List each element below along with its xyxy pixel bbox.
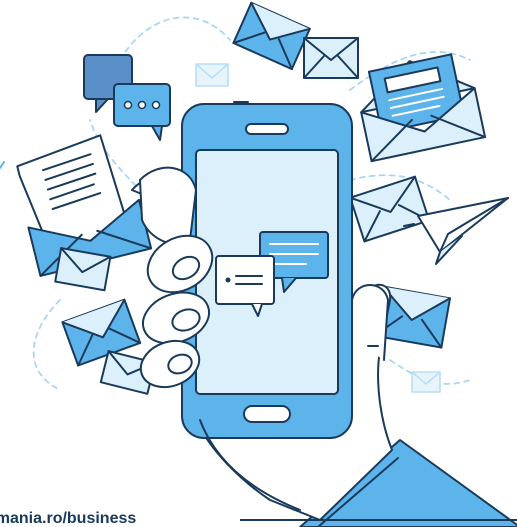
small-envelope-icon [411,371,441,393]
envelope-icon [232,1,311,71]
footer-rule [240,519,517,521]
footer-url-text: omania.ro/business [0,510,143,527]
illustration [0,1,517,527]
chat-bubble-icon [83,54,171,141]
accent-mark [0,161,5,169]
small-envelope-icon [195,63,229,87]
open-envelope-icon [360,53,487,163]
envelope-icon [303,37,359,79]
envelope-icon [54,247,112,292]
envelope-icon [349,175,431,243]
